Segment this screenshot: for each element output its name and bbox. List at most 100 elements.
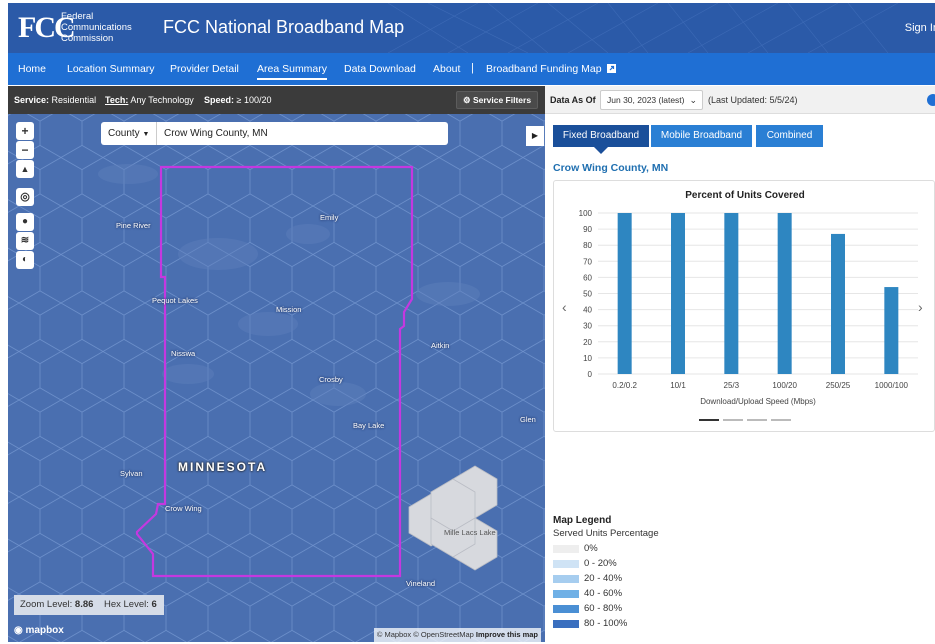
chart-bar[interactable] xyxy=(831,233,845,374)
chart-grid xyxy=(598,212,918,375)
chart-title: Percent of Units Covered xyxy=(685,190,804,201)
data-as-of-select[interactable]: Jun 30, 2023 (latest) ⌄ xyxy=(600,90,703,110)
collapse-panel-button[interactable]: ▶ xyxy=(526,126,544,146)
layers-icon[interactable]: ≋ xyxy=(16,232,34,250)
x-tick-label: 0.2/0.2 xyxy=(612,381,637,390)
search-type-select[interactable]: County ▼ xyxy=(101,122,157,145)
y-tick-label: 80 xyxy=(583,241,592,250)
legend-label: 60 - 80% xyxy=(584,603,623,614)
info-icon[interactable] xyxy=(927,94,935,106)
y-tick-label: 10 xyxy=(583,354,592,363)
legend-label: 0 - 20% xyxy=(584,558,617,569)
carousel-dots xyxy=(699,419,791,421)
active-tab-indicator xyxy=(594,147,608,154)
app-title[interactable]: FCC National Broadband Map xyxy=(163,17,404,38)
map-place-label: Emily xyxy=(320,213,339,222)
x-tick-label: 100/20 xyxy=(772,381,797,390)
nav-area-summary[interactable]: Area Summary xyxy=(257,63,328,80)
y-tick-label: 100 xyxy=(579,209,593,218)
nav-about[interactable]: About xyxy=(433,63,460,75)
legend-subtitle: Served Units Percentage xyxy=(553,528,659,539)
mapbox-logo[interactable]: ◉ mapbox xyxy=(14,625,64,636)
chart-bar[interactable] xyxy=(884,287,899,374)
legend-items: 0% 0 - 20% 20 - 40% 40 - 60% 60 - 80% 80 - 10… xyxy=(553,543,659,633)
broadband-map[interactable]: + − ▲ ◎ ● ≋ ◐ County ▼ Crow Wing County,… xyxy=(8,114,545,642)
nav-broadband-funding-map[interactable]: Broadband Funding Map xyxy=(486,63,616,75)
carousel-dot-active[interactable] xyxy=(699,419,719,421)
header-background xyxy=(387,3,899,53)
map-place-label: Glen xyxy=(520,415,536,424)
map-place-label: Vineland xyxy=(406,579,436,588)
y-tick-label: 0 xyxy=(588,370,593,379)
y-tick-label: 40 xyxy=(583,306,592,315)
nav-location-summary[interactable]: Location Summary xyxy=(67,63,155,75)
area-title: Crow Wing County, MN xyxy=(553,162,669,174)
carousel-dot[interactable] xyxy=(771,419,791,421)
legend-title: Map Legend xyxy=(553,515,612,526)
zoom-in-button[interactable]: + xyxy=(16,122,34,140)
map-place-label: Pequot Lakes xyxy=(152,296,198,305)
fcc-logo-text: Federal Communications Commission xyxy=(61,11,132,44)
globe-icon[interactable]: ● xyxy=(16,213,34,231)
legend-swatch xyxy=(553,590,579,598)
palette-icon[interactable]: ◐ xyxy=(16,251,34,269)
nav-home[interactable]: Home xyxy=(18,63,46,75)
legend-swatch xyxy=(553,545,579,553)
x-tick-label: 10/1 xyxy=(670,381,686,390)
speed-value: ≥ 100/20 xyxy=(236,95,272,105)
legend-swatch xyxy=(553,575,579,583)
chart-bar[interactable] xyxy=(671,213,685,374)
gear-icon: ⚙ xyxy=(462,95,471,105)
chevron-left-icon[interactable]: ‹ xyxy=(562,299,567,315)
y-tick-label: 90 xyxy=(583,225,592,234)
area-search: County ▼ Crow Wing County, MN xyxy=(101,122,448,145)
legend-label: 20 - 40% xyxy=(584,573,623,584)
carousel-dot[interactable] xyxy=(747,419,767,421)
y-tick-label: 50 xyxy=(583,290,592,299)
tab-mobile-broadband[interactable]: Mobile Broadband xyxy=(651,125,752,147)
nav-separator: | xyxy=(471,62,474,74)
y-axis-ticks: 0 10 20 30 40 50 60 70 80 90 100 xyxy=(579,209,593,379)
map-place-label: Nisswa xyxy=(171,349,196,358)
tab-fixed-broadband[interactable]: Fixed Broadband xyxy=(553,125,649,147)
chart-bar[interactable] xyxy=(617,213,632,374)
chart-bar[interactable] xyxy=(724,213,739,374)
improve-map-link[interactable]: Improve this map xyxy=(476,630,538,639)
locate-icon[interactable]: ◎ xyxy=(16,188,34,206)
legend-label: 0% xyxy=(584,543,598,554)
zoom-out-button[interactable]: − xyxy=(16,141,34,159)
legend-swatch xyxy=(553,620,579,628)
map-place-label: Crow Wing xyxy=(165,504,202,513)
map-place-label: Sylvan xyxy=(120,469,143,478)
chart-bar[interactable] xyxy=(777,213,792,374)
legend-label: 40 - 60% xyxy=(584,588,623,599)
sign-in-link[interactable]: Sign In xyxy=(905,22,935,34)
x-tick-label: 1000/100 xyxy=(875,381,909,390)
chevron-right-icon[interactable]: › xyxy=(918,299,923,315)
legend-label: 80 - 100% xyxy=(584,618,628,629)
legend-swatch xyxy=(553,560,579,568)
tab-combined[interactable]: Combined xyxy=(756,125,823,147)
service-value: Residential xyxy=(51,95,97,105)
search-input[interactable]: Crow Wing County, MN xyxy=(164,122,268,145)
map-place-label: Mission xyxy=(276,305,302,314)
carousel-dot[interactable] xyxy=(723,419,743,421)
main-nav: Home Location Summary Provider Detail Ar… xyxy=(8,53,935,85)
nav-data-download[interactable]: Data Download xyxy=(344,63,416,75)
compass-icon[interactable]: ▲ xyxy=(16,160,34,178)
map-place-label: Mille Lacs Lake xyxy=(444,528,496,537)
x-tick-label: 25/3 xyxy=(724,381,740,390)
x-tick-label: 250/25 xyxy=(826,381,851,390)
hex-grid-overlay xyxy=(8,114,545,642)
service-filters-button[interactable]: ⚙ Service Filters xyxy=(456,91,538,109)
caret-down-icon: ▼ xyxy=(142,131,150,138)
coverage-chart-card: Percent of Units Covered 0 10 20 30 40 50 60 70… xyxy=(553,180,935,432)
last-updated-text: (Last Updated: 5/5/24) xyxy=(708,95,798,105)
x-axis-label: Download/Upload Speed (Mbps) xyxy=(700,397,816,406)
map-place-label: Crosby xyxy=(319,375,343,384)
zoom-level-readout: Zoom Level: 8.86 Hex Level: 6 xyxy=(14,595,164,615)
nav-provider-detail[interactable]: Provider Detail xyxy=(170,63,239,75)
map-legend: Map Legend Served Units Percentage 0% 0 -… xyxy=(553,515,659,633)
mapbox-icon: ◉ xyxy=(14,625,23,636)
y-tick-label: 70 xyxy=(583,257,592,266)
